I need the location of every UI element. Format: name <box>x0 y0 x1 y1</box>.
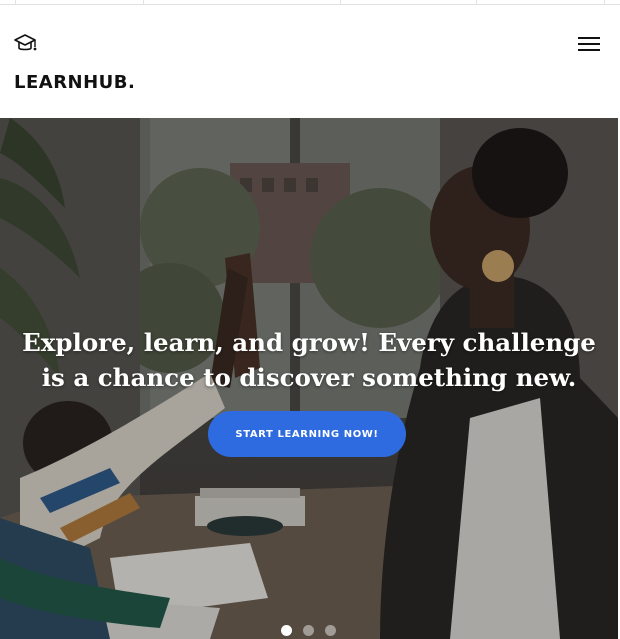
start-learning-button[interactable]: START LEARNING NOW! <box>208 411 406 457</box>
carousel-dot-1[interactable] <box>281 625 292 636</box>
hero-headline: Explore, learn, and grow! Every challeng… <box>22 328 596 392</box>
graduation-cap-icon[interactable] <box>13 33 39 55</box>
brand-name[interactable]: LEARNHUB. <box>14 72 135 93</box>
carousel-dot-2[interactable] <box>303 625 314 636</box>
hamburger-menu-button[interactable] <box>575 33 603 53</box>
carousel-dot-3[interactable] <box>325 625 336 636</box>
site-header: LEARNHUB. <box>0 5 620 118</box>
hero-banner: Explore, learn, and grow! Every challeng… <box>0 118 618 639</box>
